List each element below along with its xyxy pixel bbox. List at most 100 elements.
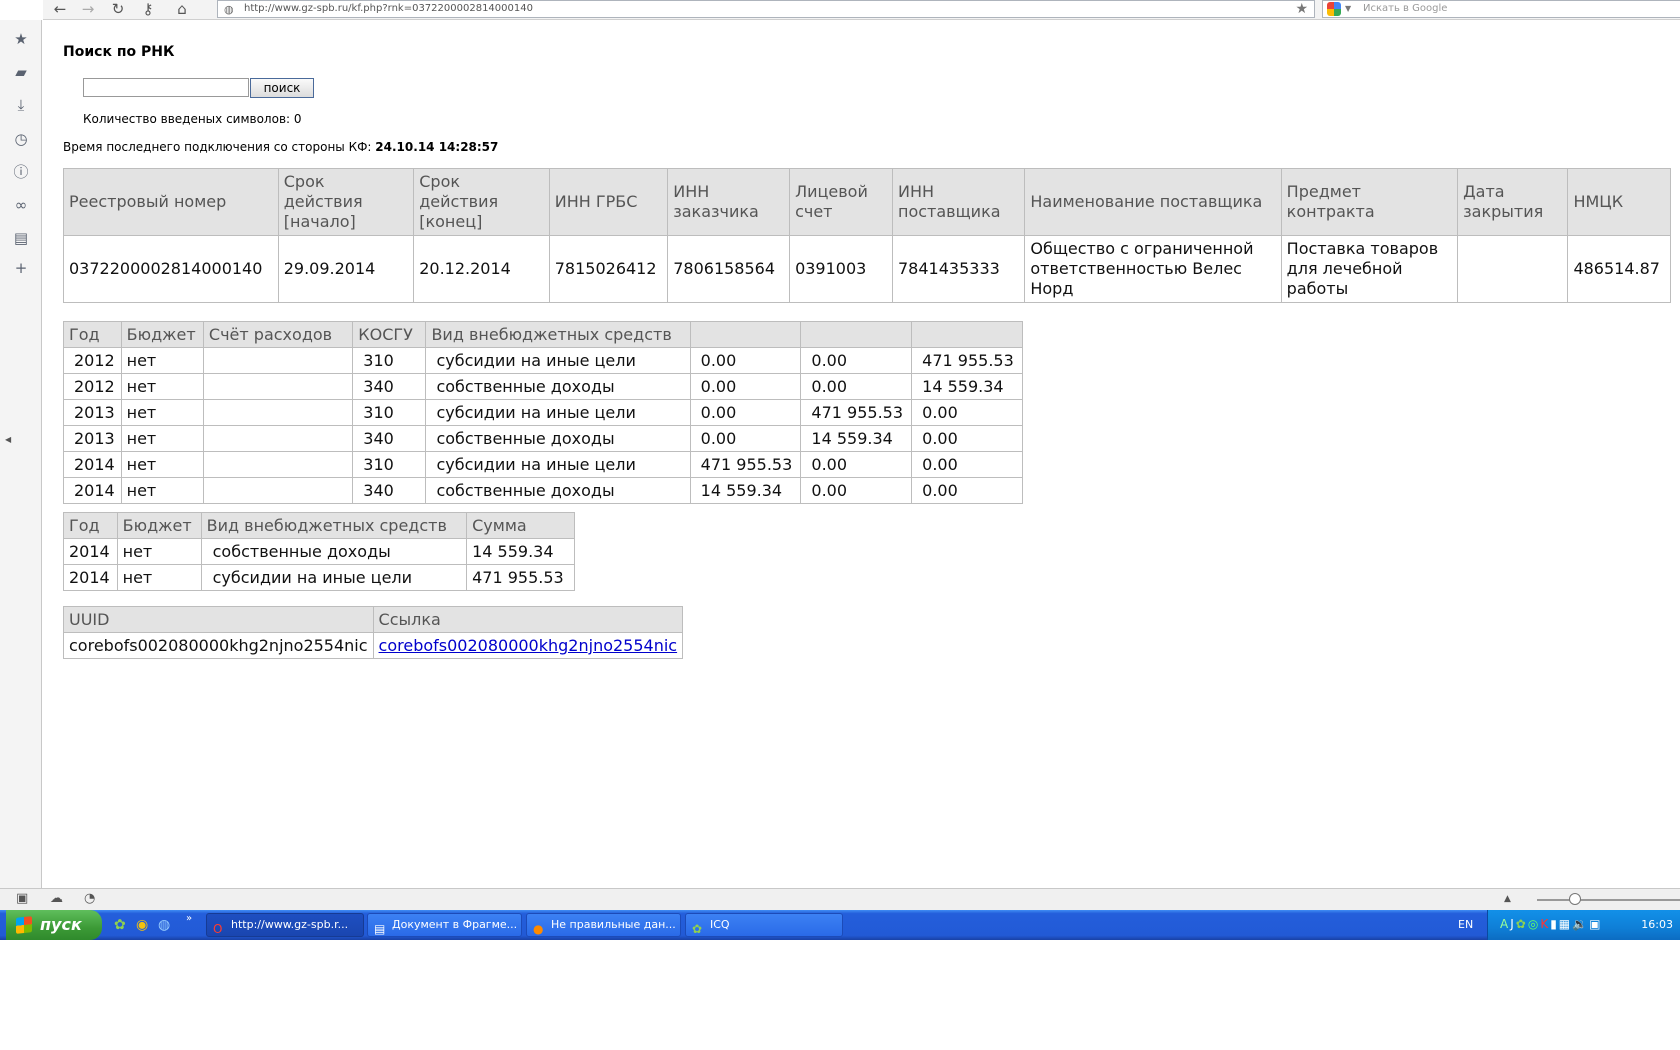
header-inn-customer: ИНН заказчика <box>667 168 791 236</box>
reload-icon[interactable]: ↻ <box>107 0 129 18</box>
header-col-7 <box>800 321 913 348</box>
table-row: corebofs002080000khg2njno2554nic corebof… <box>63 632 684 659</box>
cell-amount-1: 471 955.53 <box>689 451 802 478</box>
cell-expense-account <box>202 425 354 452</box>
icq-icon: ✿ <box>692 922 703 936</box>
cell-budget: нет <box>120 347 204 374</box>
panel-toggle-icon[interactable]: ▣ <box>16 891 28 906</box>
tray-volume-icon[interactable]: 🔉 <box>1572 917 1589 931</box>
cell-amount-2: 0.00 <box>800 373 913 400</box>
uuid-link[interactable]: corebofs002080000khg2njno2554nic <box>379 636 678 655</box>
table-header-row: Год Бюджет Счёт расходов КОСГУ Вид внебю… <box>63 321 1023 348</box>
header-nmck: НМЦК <box>1567 168 1671 236</box>
address-bar[interactable]: ◍ http://www.gz-spb.ru/kf.php?rnk=037220… <box>217 0 1315 18</box>
header-year: Год <box>63 512 118 539</box>
globe-icon: ◍ <box>224 3 234 16</box>
clock[interactable]: 16:03 <box>1641 918 1673 931</box>
cell-registry-number: 0372200002814000140 <box>63 235 279 303</box>
cell-kosgu: 310 <box>352 347 427 374</box>
cell-amount-1: 0.00 <box>689 425 802 452</box>
cell-funds-type: субсидии на иные цели <box>425 347 691 374</box>
cell-year: 2014 <box>63 564 118 591</box>
bookmarks-star-icon[interactable]: ★ <box>12 30 30 48</box>
cell-sum: 471 955.53 <box>466 564 575 591</box>
search-engine-field[interactable]: ▼ Искать в Google <box>1322 0 1680 18</box>
tray-kaspersky-icon[interactable]: K <box>1540 917 1550 931</box>
task-button-icq[interactable]: ✿ ICQ <box>685 913 843 937</box>
cell-amount-3: 0.00 <box>911 399 1023 426</box>
cell-amount-3: 14 559.34 <box>911 373 1023 400</box>
speed-dial-icon[interactable]: ◔ <box>84 891 95 906</box>
tray-display-icon[interactable]: ▣ <box>1589 917 1602 931</box>
cell-expense-account <box>202 451 354 478</box>
cell-uuid: corebofs002080000khg2njno2554nic <box>63 632 374 659</box>
tray-spiral-icon[interactable]: ◎ <box>1528 917 1540 931</box>
rnk-search-input[interactable] <box>83 78 249 97</box>
task-label: Документ в Фрагме... <box>392 918 518 931</box>
task-button-document[interactable]: ▤ Документ в Фрагме... <box>367 913 522 937</box>
start-button[interactable]: пуск <box>6 910 102 940</box>
table-header-row: Реестровый номер Срок действия [начало] … <box>63 168 1671 236</box>
history-clock-icon[interactable]: ◷ <box>12 130 30 148</box>
cloud-icon[interactable]: ☁ <box>50 891 63 906</box>
key-icon[interactable]: ⚷ <box>137 0 159 18</box>
search-button[interactable]: поиск <box>250 78 314 98</box>
task-button-firefox[interactable]: ● Не правильные дан... <box>526 913 681 937</box>
cell-year: 2014 <box>63 477 122 504</box>
cell-amount-2: 471 955.53 <box>800 399 913 426</box>
downloads-icon[interactable]: ⤓ <box>12 96 30 114</box>
task-label: http://www.gz-spb.r... <box>231 918 349 931</box>
cell-expense-account <box>202 399 354 426</box>
taskbar: пуск ✿ ◉ ◍ » O http://www.gz-spb.r... ▤ … <box>0 910 1680 940</box>
header-inn-grbs: ИНН ГРБС <box>548 168 669 236</box>
tray-icons[interactable]: AJ✿◎K▮▦🔉▣ <box>1500 917 1602 931</box>
home-icon[interactable]: ⌂ <box>171 0 193 18</box>
table-header-row: Год Бюджет Вид внебюджетных средств Сумм… <box>63 512 575 539</box>
header-link: Ссылка <box>372 606 684 633</box>
header-expense-account: Счёт расходов <box>202 321 354 348</box>
language-indicator[interactable]: EN <box>1458 918 1473 931</box>
last-connection-value: 24.10.14 14:28:57 <box>375 140 499 154</box>
chevron-right-icon[interactable]: » <box>186 913 192 924</box>
chevron-down-icon[interactable]: ▼ <box>1345 1 1351 17</box>
task-label: Не правильные дан... <box>551 918 676 931</box>
bookmark-star-icon[interactable]: ★ <box>1295 1 1308 17</box>
task-button-opera[interactable]: O http://www.gz-spb.r... <box>206 913 364 937</box>
cell-inn-grbs: 7815026412 <box>548 235 669 303</box>
add-panel-icon[interactable]: + <box>12 259 30 277</box>
header-uuid: UUID <box>63 606 374 633</box>
cell-expense-account <box>202 477 354 504</box>
cell-amount-3: 0.00 <box>911 425 1023 452</box>
cell-start-date: 29.09.2014 <box>277 235 415 303</box>
tray-power-icon[interactable]: ▮ <box>1550 917 1559 931</box>
cell-funds-type: субсидии на иные цели <box>200 564 468 591</box>
tray-network-icon[interactable]: ▦ <box>1559 917 1572 931</box>
opera-icon: O <box>213 922 223 936</box>
arrow-up-icon[interactable]: ▲ <box>1504 894 1511 904</box>
cell-amount-3: 0.00 <box>911 477 1023 504</box>
icq-quicklaunch-icon[interactable]: ✿ <box>114 917 126 933</box>
tray-app-icon[interactable]: A <box>1500 917 1510 931</box>
chrome-quicklaunch-icon[interactable]: ◉ <box>136 917 148 933</box>
tray-icq-icon[interactable]: ✿ <box>1516 917 1528 931</box>
char-count-label: Количество введеных символов: 0 <box>83 112 302 126</box>
info-icon[interactable]: ⓘ <box>12 163 30 181</box>
zoom-slider[interactable] <box>1537 899 1680 901</box>
back-arrow-icon[interactable]: ← <box>49 0 71 18</box>
header-year: Год <box>63 321 122 348</box>
zoom-slider-handle[interactable] <box>1569 893 1581 905</box>
links-icon[interactable]: ∞ <box>12 196 30 214</box>
header-funds-type: Вид внебюджетных средств <box>200 512 468 539</box>
header-account: Лицевой счет <box>789 168 893 236</box>
collapse-arrow-icon[interactable]: ◀ <box>5 435 11 444</box>
cell-link: corebofs002080000khg2njno2554nic <box>372 632 684 659</box>
table-row: 2012 нет 310 субсидии на иные цели 0.00 … <box>63 347 1023 374</box>
cell-year: 2013 <box>63 425 122 452</box>
browser-quicklaunch-icon[interactable]: ◍ <box>158 917 170 933</box>
header-funds-type: Вид внебюджетных средств <box>425 321 691 348</box>
cell-kosgu: 340 <box>352 425 427 452</box>
cell-expense-account <box>202 373 354 400</box>
forward-arrow-icon[interactable]: → <box>77 0 99 18</box>
notes-icon[interactable]: ▰ <box>12 63 30 81</box>
panels-icon[interactable]: ▤ <box>12 229 30 247</box>
